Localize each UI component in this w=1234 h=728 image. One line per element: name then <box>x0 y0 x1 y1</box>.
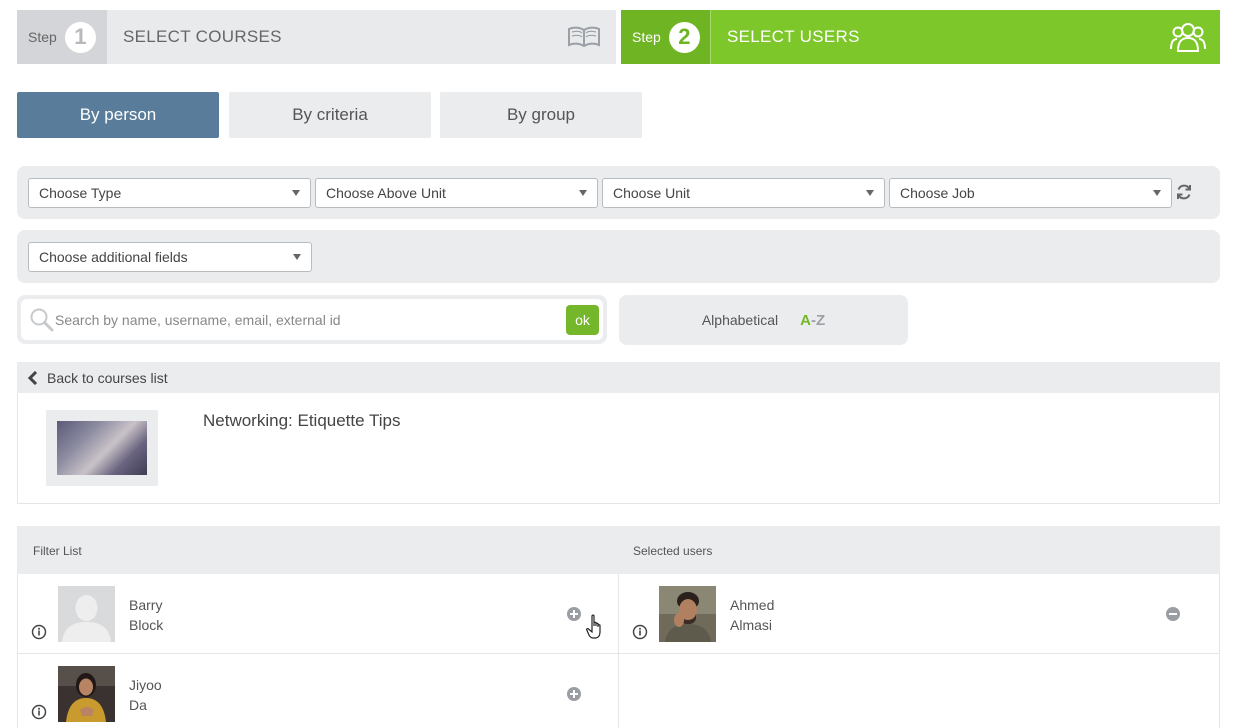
info-icon[interactable] <box>31 624 47 640</box>
search-ok-button[interactable]: ok <box>566 305 599 335</box>
info-icon[interactable] <box>632 624 648 640</box>
choose-unit-select[interactable]: Choose Unit <box>602 178 885 208</box>
add-icon[interactable] <box>567 687 581 701</box>
course-image <box>57 421 147 475</box>
choose-unit-value: Choose Unit <box>613 185 691 201</box>
hand-cursor-icon <box>586 614 606 640</box>
filter-list-header: Filter List <box>33 544 82 558</box>
avatar <box>659 586 716 642</box>
sort-az-indicator: A-Z <box>800 311 826 329</box>
search-box: ok <box>17 295 607 344</box>
selected-users-list: Ahmed Almasi <box>619 574 1220 728</box>
additional-fields-panel: Choose additional fields <box>17 230 1220 283</box>
chevron-down-icon <box>293 254 301 260</box>
chevron-left-icon <box>27 370 39 385</box>
back-label: Back to courses list <box>47 369 168 386</box>
user-name: Barry Block <box>129 597 164 633</box>
course-title: Networking: Etiquette Tips <box>203 411 401 430</box>
user-name: Ahmed Almasi <box>730 597 775 633</box>
book-icon <box>564 17 604 57</box>
step-select-courses[interactable]: Step 1 SELECT COURSES <box>17 10 616 64</box>
choose-additional-fields-select[interactable]: Choose additional fields <box>28 242 312 272</box>
step-2-title: SELECT USERS <box>727 27 860 46</box>
add-icon[interactable] <box>567 607 581 621</box>
back-to-courses-link[interactable]: Back to courses list <box>17 362 1220 393</box>
chevron-down-icon <box>1153 190 1161 196</box>
choose-above-unit-select[interactable]: Choose Above Unit <box>315 178 598 208</box>
step-1-word: Step <box>28 29 57 45</box>
avatar <box>58 666 115 722</box>
step-2-word: Step <box>632 29 661 45</box>
sort-alphabetical-toggle[interactable]: Alphabetical A-Z <box>619 295 908 345</box>
users-icon <box>1168 17 1208 57</box>
tab-by-group[interactable]: By group <box>440 92 642 138</box>
search-icon <box>29 307 55 333</box>
choose-type-value: Choose Type <box>39 185 122 201</box>
sort-label: Alphabetical <box>701 312 779 328</box>
refresh-icon[interactable] <box>1175 183 1193 201</box>
course-card: Networking: Etiquette Tips <box>17 393 1220 504</box>
step-2-tag: Step 2 <box>621 10 711 64</box>
step-1-title: SELECT COURSES <box>123 27 282 46</box>
list-item: Barry Block <box>18 574 618 654</box>
choose-above-unit-value: Choose Above Unit <box>326 185 446 201</box>
step-2-number: 2 <box>668 21 700 53</box>
chevron-down-icon <box>866 190 874 196</box>
choose-type-select[interactable]: Choose Type <box>28 178 311 208</box>
info-icon[interactable] <box>31 704 47 720</box>
search-field: ok <box>21 299 603 340</box>
search-input[interactable] <box>55 307 555 333</box>
step-1-tag: Step 1 <box>17 10 107 64</box>
course-thumbnail <box>46 410 158 486</box>
remove-icon[interactable] <box>1166 607 1180 621</box>
choose-additional-fields-value: Choose additional fields <box>39 249 188 265</box>
list-header: Filter List Selected users <box>17 526 1220 574</box>
user-name: Jiyoo Da <box>129 677 162 713</box>
tab-by-criteria[interactable]: By criteria <box>229 92 431 138</box>
selected-users-header: Selected users <box>633 544 713 558</box>
filter-panel: Choose Type Choose Above Unit Choose Uni… <box>17 166 1220 219</box>
step-1-number: 1 <box>64 21 96 53</box>
choose-job-value: Choose Job <box>900 185 975 201</box>
step-select-users[interactable]: Step 2 SELECT USERS <box>621 10 1220 64</box>
choose-job-select[interactable]: Choose Job <box>889 178 1172 208</box>
chevron-down-icon <box>579 190 587 196</box>
tab-by-person[interactable]: By person <box>17 92 219 138</box>
list-item: Ahmed Almasi <box>619 574 1219 654</box>
avatar <box>58 586 115 642</box>
list-item: Jiyoo Da <box>18 654 618 728</box>
chevron-down-icon <box>292 190 300 196</box>
filter-list: Barry Block Jiyoo Da <box>17 574 619 728</box>
